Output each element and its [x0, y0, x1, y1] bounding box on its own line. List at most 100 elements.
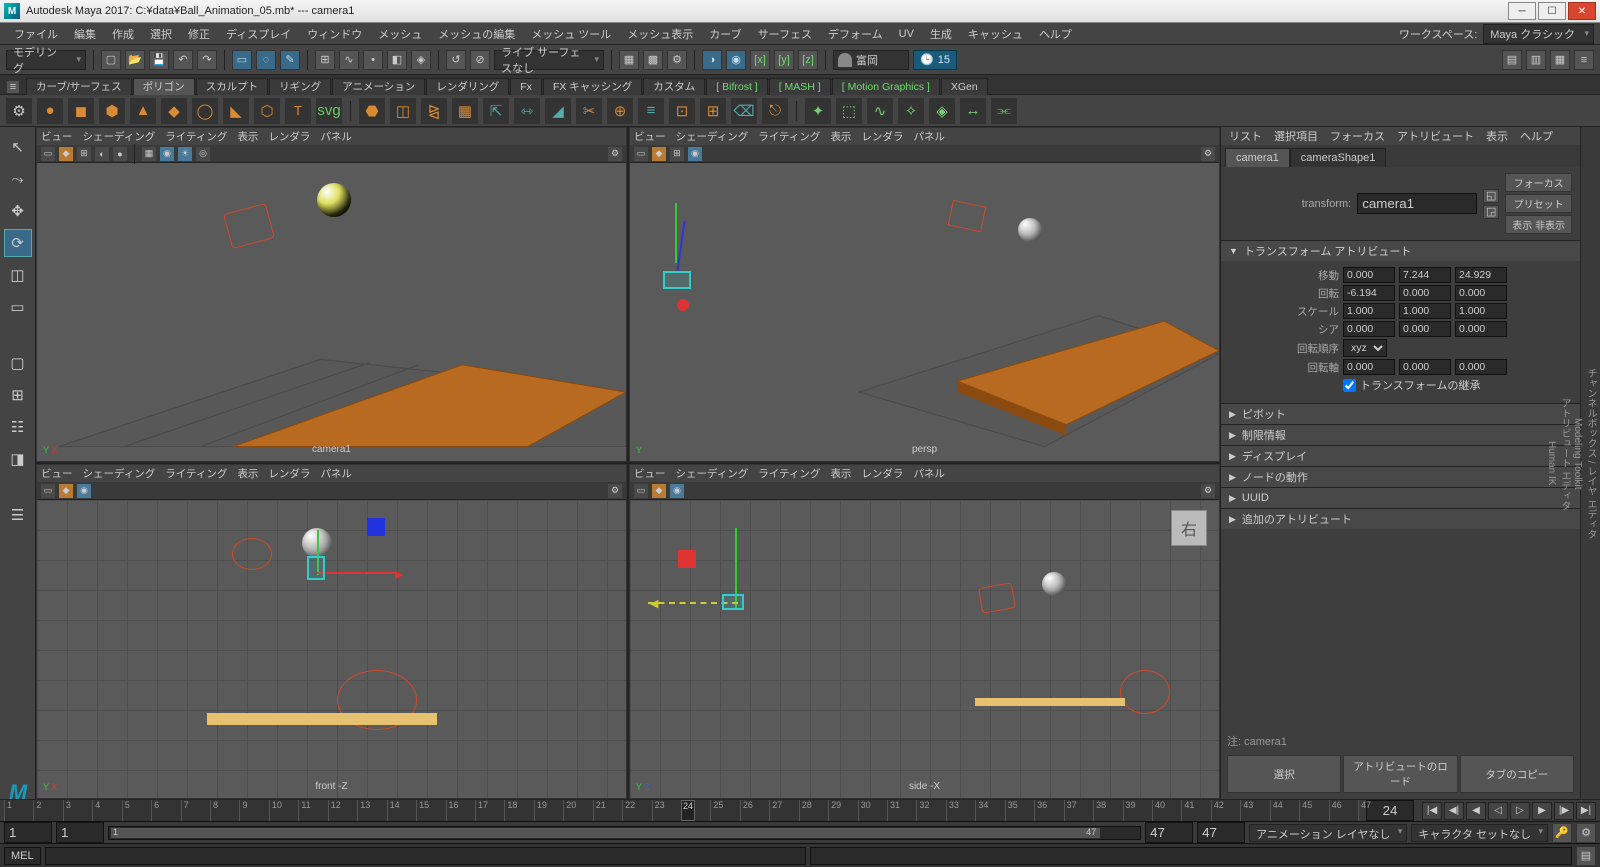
range-start-field[interactable] — [56, 822, 104, 843]
bridge-icon[interactable]: ⇿ — [514, 98, 540, 124]
minimize-button[interactable]: ─ — [1508, 2, 1536, 20]
layout-four-icon[interactable]: ⊞ — [4, 381, 32, 409]
vp-icon[interactable]: ◉ — [77, 484, 91, 498]
viewcube[interactable]: 右 — [1171, 510, 1207, 546]
menu-modify[interactable]: 修正 — [180, 26, 218, 42]
viewport-persp[interactable]: ビューシェーディングライティング表示レンダラパネル ▭◆⊞◉⚙ Y persp — [629, 127, 1220, 462]
vp-icon[interactable]: ☀ — [178, 147, 192, 161]
poly-plane-icon[interactable]: ◆ — [161, 98, 187, 124]
insert-edge-icon[interactable]: ≡ — [638, 98, 664, 124]
shelf-tab[interactable]: カーブ/サーフェス — [26, 78, 132, 95]
connect-icon[interactable]: ⫘ — [991, 98, 1017, 124]
vp-icon[interactable]: ◆ — [652, 484, 666, 498]
poly-cube-icon[interactable]: ◼ — [68, 98, 94, 124]
autokey-frame-indicator[interactable]: 🕒 15 — [913, 50, 957, 70]
menu-uv[interactable]: UV — [891, 28, 922, 40]
attr-tab-camerashape1[interactable]: cameraShape1 — [1290, 148, 1387, 167]
rotate-x-field[interactable] — [1343, 285, 1395, 301]
close-button[interactable]: ✕ — [1568, 2, 1596, 20]
poly-pipe-icon[interactable]: ⬡ — [254, 98, 280, 124]
menu-select[interactable]: 選択 — [142, 26, 180, 42]
vp-icon[interactable]: ◆ — [652, 147, 666, 161]
tab-human-ik[interactable]: Human IK — [1546, 137, 1557, 789]
play-back-button[interactable]: ◁ — [1488, 802, 1508, 820]
translate-y-field[interactable] — [1399, 267, 1451, 283]
poly-sphere-icon[interactable]: ● — [37, 98, 63, 124]
section-transform-attrs[interactable]: ▼トランスフォーム アトリビュート — [1221, 241, 1580, 261]
timeline-track[interactable]: 1234567891011121314151617181920212223242… — [4, 800, 1358, 821]
extrude-icon[interactable]: ⇱ — [483, 98, 509, 124]
viewport-front[interactable]: ビューシェーディングライティング表示レンダラパネル ▭◆◉⚙ ▶ Y X fro… — [36, 464, 627, 799]
render-settings-icon[interactable]: ⚙ — [667, 50, 687, 70]
paint-select-icon[interactable]: ✎ — [280, 50, 300, 70]
combine-icon[interactable]: ⬣ — [359, 98, 385, 124]
rotaxis-z-field[interactable] — [1455, 359, 1507, 375]
collapse-icon[interactable]: ⊡ — [669, 98, 695, 124]
delete-edge-icon[interactable]: ⌫ — [731, 98, 757, 124]
translate-x-field[interactable] — [1343, 267, 1395, 283]
poly-type-icon[interactable]: T — [285, 98, 311, 124]
menu-cache[interactable]: キャッシュ — [960, 26, 1031, 42]
toggle-attr-icon[interactable]: ▦ — [1550, 50, 1570, 70]
sym-z-icon[interactable]: [z] — [798, 50, 818, 70]
toggle-toolkit-icon[interactable]: ▥ — [1526, 50, 1546, 70]
shelf-tab[interactable]: [ Motion Graphics ] — [832, 78, 940, 95]
anim-layer-dropdown[interactable]: アニメーション レイヤなし — [1249, 824, 1407, 842]
shelf-tab[interactable]: FX キャッシング — [543, 78, 642, 95]
shelf-tab[interactable]: [ Bifrost ] — [706, 78, 767, 95]
live-surface-dropdown[interactable]: ライブ サーフェスなし — [494, 50, 604, 70]
snap-curve-icon[interactable]: ∿ — [339, 50, 359, 70]
scale-z-field[interactable] — [1455, 303, 1507, 319]
menu-mesh-edit[interactable]: メッシュの編集 — [430, 26, 523, 42]
transform-name-field[interactable] — [1357, 193, 1477, 214]
rotate-y-field[interactable] — [1399, 285, 1451, 301]
scale-tool[interactable]: ◫ — [4, 261, 32, 289]
menu-create[interactable]: 作成 — [104, 26, 142, 42]
poly-cone-icon[interactable]: ▲ — [130, 98, 156, 124]
shelf-options-icon[interactable]: ⚙ — [6, 98, 32, 124]
undo-icon[interactable]: ↶ — [173, 50, 193, 70]
play-forward-button[interactable]: ▷ — [1510, 802, 1530, 820]
step-back-button[interactable]: ◀ — [1466, 802, 1486, 820]
tab-modeling-toolkit[interactable]: Modeling Toolkit — [1572, 137, 1583, 771]
make-live-icon[interactable]: ◈ — [929, 98, 955, 124]
vp-icon[interactable]: ⚙ — [608, 147, 622, 161]
section-collapsed[interactable]: ▶UUID — [1221, 488, 1580, 508]
module-dropdown[interactable]: モデリング — [6, 50, 86, 70]
menu-mesh-display[interactable]: メッシュ表示 — [619, 26, 701, 42]
menu-curve[interactable]: カーブ — [701, 26, 749, 42]
vp-icon[interactable]: ◉ — [670, 484, 684, 498]
attr-tab-camera1[interactable]: camera1 — [1225, 148, 1290, 167]
slide-edge-icon[interactable]: ↔ — [960, 98, 986, 124]
layout-persp-icon[interactable]: ◨ — [4, 445, 32, 473]
select-mode-icon[interactable]: ▭ — [232, 50, 252, 70]
layout-single-icon[interactable]: ▢ — [4, 349, 32, 377]
current-time-indicator[interactable]: 24 — [681, 800, 695, 821]
vp-icon[interactable]: ⊞ — [670, 147, 684, 161]
menu-deform[interactable]: デフォーム — [820, 26, 891, 42]
new-scene-icon[interactable]: ▢ — [101, 50, 121, 70]
snap-live-icon[interactable]: ◈ — [411, 50, 431, 70]
current-frame-field[interactable] — [1366, 800, 1414, 821]
menu-file[interactable]: ファイル — [6, 26, 66, 42]
toggle-outliner-icon[interactable]: ≡ — [1574, 50, 1594, 70]
sym-x-icon[interactable]: [x] — [750, 50, 770, 70]
section-collapsed[interactable]: ▶追加のアトリビュート — [1221, 509, 1580, 529]
snap-point-icon[interactable]: • — [363, 50, 383, 70]
history-off-icon[interactable]: ⊘ — [470, 50, 490, 70]
snap-grid-icon[interactable]: ⊞ — [315, 50, 335, 70]
vp-icon[interactable]: ▭ — [41, 484, 55, 498]
menu-mesh-tool[interactable]: メッシュ ツール — [523, 26, 619, 42]
workspace-dropdown[interactable]: Maya クラシック — [1483, 24, 1594, 44]
menu-generate[interactable]: 生成 — [922, 26, 960, 42]
outliner-icon[interactable]: ☰ — [4, 501, 32, 529]
layout-outliner-icon[interactable]: ☷ — [4, 413, 32, 441]
last-tool[interactable]: ▭ — [4, 293, 32, 321]
poly-torus-icon[interactable]: ◯ — [192, 98, 218, 124]
section-collapsed[interactable]: ▶ノードの動作 — [1221, 467, 1580, 487]
camera-manip-icon[interactable] — [722, 594, 744, 610]
create-poly-icon[interactable]: ✧ — [898, 98, 924, 124]
lasso-tool[interactable]: ⤳ — [4, 165, 32, 193]
prev-key-button[interactable]: ◀| — [1444, 802, 1464, 820]
command-input[interactable] — [45, 847, 807, 865]
